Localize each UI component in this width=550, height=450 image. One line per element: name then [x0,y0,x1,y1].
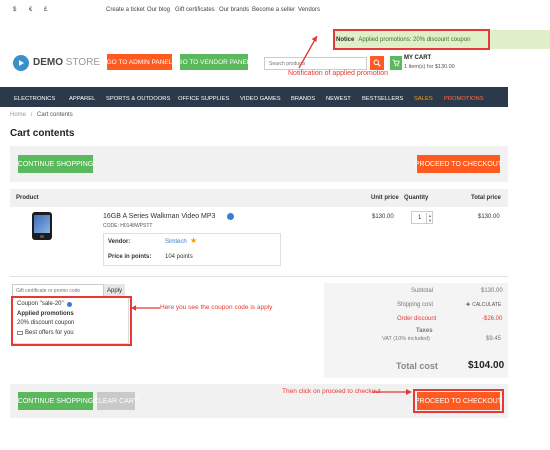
total-cost-value: $104.00 [468,360,505,371]
logo-text-light: STORE [63,57,101,68]
taxes-label: Taxes [416,328,433,334]
cart-divider [10,276,508,277]
annotation-box-notice [333,29,490,50]
points-label: Price in points: [108,254,152,260]
total-price: $130.00 [478,214,500,220]
breadcrumb-current: Cart contents [37,112,73,118]
product-info-icon[interactable] [227,213,234,220]
continue-shopping-button-top[interactable]: CONTINUE SHOPPING [18,155,93,173]
link-vendors[interactable]: Vendors [298,7,320,13]
vat-label: VAT (10% included) [382,336,430,342]
vat-value: $9.45 [486,336,502,342]
nav-electronics[interactable]: ELECTRONICS [14,96,55,102]
annotation-arrow-notice [298,35,318,69]
proceed-to-checkout-button-top[interactable]: PROCEED TO CHECKOUT [415,155,502,173]
breadcrumb: Home / Cart contents [10,112,73,118]
unit-price: $130.00 [372,214,394,220]
shipping-label: Shipping cost [397,302,434,308]
cart-title[interactable]: MY CART [404,55,431,61]
logo-text-bold: DEMO [33,57,63,68]
col-total-price: Total price [471,195,501,201]
go-to-vendor-panel-button[interactable]: GO TO VENDOR PANEL [178,54,250,70]
product-code: CODE: H0148WPSTT [103,223,153,229]
vendor-value[interactable]: Simtech [165,239,187,245]
clear-cart-button[interactable]: CLEAR CART [94,392,138,410]
quantity-arrows[interactable]: ▲ ▼ [426,212,432,223]
vendor-badge-icon: ★ [190,236,198,245]
cart-icon[interactable] [390,56,402,70]
order-discount-value: -$26.00 [482,316,503,322]
subtotal-label: Subtotal [411,288,434,294]
annotation-checkout-text: Then click on proceed to checkout [282,388,381,395]
vendor-label: Vendor: [108,239,131,245]
store-logo[interactable]: DEMO STORE [33,57,100,68]
points-value: 104 points [165,254,193,260]
go-to-admin-panel-button[interactable]: GO TO ADMIN PANEL [107,54,172,70]
nav-sales[interactable]: SALES [414,96,433,102]
col-product: Product [16,195,39,201]
page-title: Cart contents [10,128,75,139]
cart-summary[interactable]: 1 item(s) for $130.00 [404,64,455,70]
annotation-coupon-text: Here you see the coupon code is apply [160,304,273,311]
nav-newest[interactable]: NEWEST [326,96,351,102]
col-quantity: Quantity [404,195,429,201]
nav-promotions[interactable]: PROMOTIONS [444,96,484,102]
product-image-button [40,235,44,238]
nav-apparel[interactable]: APPAREL [69,96,95,102]
subtotal-value: $130.00 [481,288,503,294]
logo-icon[interactable] [13,55,29,71]
annotation-arrow-checkout [372,389,412,395]
total-cost-label: Total cost [396,361,438,371]
link-brands[interactable]: Our brands [219,7,249,13]
col-unit-price: Unit price [371,195,399,201]
product-image-screen [34,215,50,233]
continue-shopping-button-bottom[interactable]: CONTINUE SHOPPING [18,392,93,410]
breadcrumb-home[interactable]: Home [10,112,26,118]
nav-sports-outdoors[interactable]: SPORTS & OUTDOORS [106,96,170,102]
quantity-stepper[interactable]: 1 ▲ ▼ [411,211,433,224]
annotation-box-checkout [413,389,504,413]
link-become-seller[interactable]: Become a seller [252,7,295,13]
link-blog[interactable]: Our blog [147,7,170,13]
product-image[interactable] [32,212,52,240]
calculate-shipping-link[interactable]: ✚ CALCULATE [466,302,501,308]
quantity-value[interactable]: 1 [412,215,426,221]
calculate-text[interactable]: CALCULATE [472,302,501,308]
calculate-icon: ✚ [466,302,471,308]
link-create-ticket[interactable]: Create a ticket [106,7,145,13]
search-icon [373,59,381,67]
nav-bestsellers[interactable]: BESTSELLERS [362,96,403,102]
link-gift-certificates[interactable]: Gift certificates [175,7,215,13]
nav-office-supplies[interactable]: OFFICE SUPPLIES [178,96,229,102]
cart-table-header [10,189,508,207]
breadcrumb-separator: / [30,112,33,118]
annotation-box-coupon [11,296,132,346]
annotation-arrow-coupon [131,305,160,311]
product-name[interactable]: 16GB A Series Walkman Video MP3 [103,213,215,220]
annotation-notice-text: Notification of applied promotion [288,70,389,77]
order-discount-label: Order discount [397,316,437,322]
search-button[interactable] [370,56,384,70]
currency-usd[interactable]: $ [13,7,16,13]
currency-eur[interactable]: € [29,7,32,13]
currency-gbp[interactable]: £ [44,7,47,13]
nav-video-games[interactable]: VIDEO GAMES [240,96,281,102]
nav-brands[interactable]: BRANDS [291,96,315,102]
